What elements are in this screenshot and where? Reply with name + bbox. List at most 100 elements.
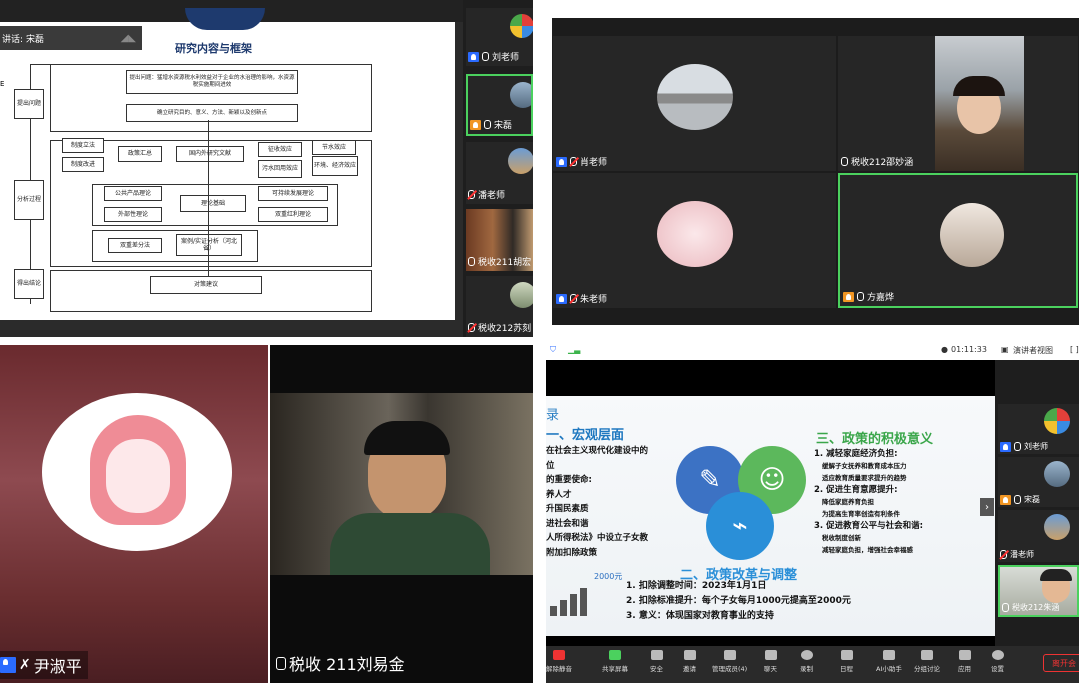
avatar: [510, 14, 533, 38]
settings-button[interactable]: 设置: [991, 650, 1004, 673]
breakout-button[interactable]: 分组讨论: [914, 650, 940, 673]
mic-icon: [276, 656, 286, 670]
avatar: [510, 82, 531, 108]
participant-video-yin[interactable]: ✗ 尹淑平: [0, 345, 268, 683]
participant-tile[interactable]: 税收211胡宏: [466, 209, 533, 271]
speaker-prefix: 讲话:: [2, 34, 24, 45]
slide-decoration: [185, 8, 265, 30]
slide-heading: 三、政策的积极意义: [816, 432, 934, 447]
participant-tile[interactable]: 宋磊: [998, 457, 1079, 507]
mic-muted-icon: [570, 157, 577, 166]
participant-tile[interactable]: 税收212苏刻: [466, 276, 533, 337]
shield-icon: ⛉: [550, 345, 556, 354]
meeting-window-top-left: 讲话: 宋磊 ◢◣ 研究内容与框架 提出问题 分析过程 得出结论 Ε 提出问题：…: [0, 0, 533, 337]
host-icon: [1000, 441, 1011, 452]
leave-meeting-button[interactable]: 离开会: [1043, 654, 1079, 672]
flow-connector: [208, 120, 209, 276]
box-sys-reform: 制度改进: [62, 157, 104, 172]
slide-right-list: 1. 减轻家庭经济负担: 缓解子女抚养和教育成本压力 适应教育质量要求提升的趋势…: [814, 449, 924, 554]
participant-tile[interactable]: 宋磊: [466, 74, 533, 136]
participant-name: 税收212邵妙涵: [851, 158, 914, 168]
participant-name: 刘老师: [492, 53, 520, 63]
participant-tile[interactable]: 税收212朱涵: [998, 565, 1079, 617]
participant-name: 税收212朱涵: [1012, 603, 1060, 612]
invite-button[interactable]: 邀请: [683, 650, 696, 673]
collapse-panel-button[interactable]: ›: [980, 498, 994, 516]
participant-video-liu[interactable]: 税收 211刘易金: [270, 345, 533, 683]
participant-name: 税收 211刘易金: [289, 655, 405, 674]
share-screen-button[interactable]: 共享屏幕: [602, 650, 628, 673]
slide-bottom-list: 1. 扣除调整时间：2023年1月1日 2. 扣除标准提升：每个子女每月1000…: [626, 581, 851, 621]
box-env: 环境、经济效应: [312, 156, 358, 176]
box-public-goods: 公共产品理论: [104, 186, 162, 201]
box-double-dividend: 双重红利理论: [258, 207, 328, 222]
meeting-window-bottom-right: ⛉ ▁▃ ● 01:11:33 ▣ 演讲者视图 [ ] 录 一、宏观层面 在社会…: [540, 340, 1079, 683]
avatar: [1044, 461, 1070, 487]
participant-name: 税收212苏刻: [478, 324, 532, 334]
apps-button[interactable]: 应用: [958, 650, 971, 673]
gallery-tile[interactable]: 方嘉烨: [838, 173, 1078, 308]
host-icon: [556, 156, 567, 167]
ai-assistant-button[interactable]: AI小助手: [876, 650, 902, 673]
mic-muted-icon: [468, 190, 475, 199]
participant-name: 刘老师: [1024, 442, 1048, 451]
participant-tile[interactable]: 潘老师: [998, 510, 1079, 562]
participant-name: 朱老师: [580, 295, 608, 305]
box-diff: 双重差分法: [108, 238, 162, 253]
box-theory: 理论基础: [180, 195, 246, 212]
mic-icon: [484, 120, 491, 129]
chat-button[interactable]: 聊天: [764, 650, 777, 673]
mic-muted-icon: [468, 323, 475, 332]
participant-name: 肖老师: [580, 158, 608, 168]
box-effect: 征收效应: [258, 142, 302, 157]
manage-members-button[interactable]: 管理成员(4): [712, 650, 747, 673]
schedule-button[interactable]: 日程: [840, 650, 853, 673]
security-button[interactable]: 安全: [650, 650, 663, 673]
mic-icon: [1014, 442, 1021, 451]
fullscreen-icon[interactable]: [ ]: [1070, 345, 1079, 354]
gallery-tile[interactable]: 朱老师: [553, 173, 836, 308]
participant-name: 尹淑平: [33, 657, 82, 676]
chart-icon: ⌁: [706, 492, 774, 560]
ai-icon: [882, 650, 895, 660]
avatar: [510, 282, 533, 308]
chart-label: 2000元: [594, 572, 623, 581]
participant-tile[interactable]: 刘老师: [466, 8, 533, 66]
gallery-tile[interactable]: 税收212邵妙涵: [838, 36, 1078, 171]
step-problem: 提出问题: [14, 89, 44, 119]
participant-name: 潘老师: [1010, 550, 1034, 559]
participant-name: 宋磊: [494, 121, 513, 131]
invite-icon: [683, 650, 696, 660]
avatar: [1044, 514, 1070, 540]
box-problem: 提出问题：猛增水资源税水利效益对于企业的水治理的影响，水资源税实施期间进效: [126, 70, 298, 94]
shared-slide: 讲话: 宋磊 ◢◣ 研究内容与框架 提出问题 分析过程 得出结论 Ε 提出问题：…: [0, 8, 455, 320]
mic-icon: [482, 52, 489, 61]
record-icon: [800, 650, 813, 660]
step-analysis: 分析过程: [14, 180, 44, 220]
shared-slide: 录 一、宏观层面 在社会主义现代化建设中的 位 的重要使命: 养人才 升国民素质…: [546, 396, 995, 636]
participant-tile[interactable]: 潘老师: [466, 142, 533, 204]
view-icon[interactable]: ▣: [1001, 345, 1009, 354]
speaker-name: 宋磊: [26, 34, 45, 45]
mic-muted-icon: [553, 650, 565, 660]
mic-muted-icon: [1000, 550, 1007, 559]
record-button[interactable]: 录制: [800, 650, 813, 673]
video-feed: [270, 393, 533, 575]
participant-name: 税收211胡宏: [478, 258, 532, 268]
avatar: [940, 203, 1004, 267]
participant-tile[interactable]: 刘老师: [998, 404, 1079, 454]
cohost-icon: [470, 119, 481, 130]
video-feed: [935, 36, 1024, 171]
mic-muted-icon: [570, 294, 577, 303]
view-switcher[interactable]: 演讲者视图: [1013, 345, 1053, 356]
box-advice: 对策建议: [150, 276, 262, 294]
avatar: [657, 64, 733, 130]
status-bar: ⛉ ▁▃ ● 01:11:33 ▣ 演讲者视图 [ ]: [546, 342, 1079, 360]
box-saving: 节水效应: [312, 140, 356, 155]
cohost-icon: [843, 291, 854, 302]
mic-icon: [1002, 603, 1009, 612]
avatar: [657, 201, 733, 267]
gear-icon: [991, 650, 1004, 660]
unmute-button[interactable]: 解除静音: [546, 650, 572, 673]
gallery-tile[interactable]: 肖老师: [553, 36, 836, 171]
